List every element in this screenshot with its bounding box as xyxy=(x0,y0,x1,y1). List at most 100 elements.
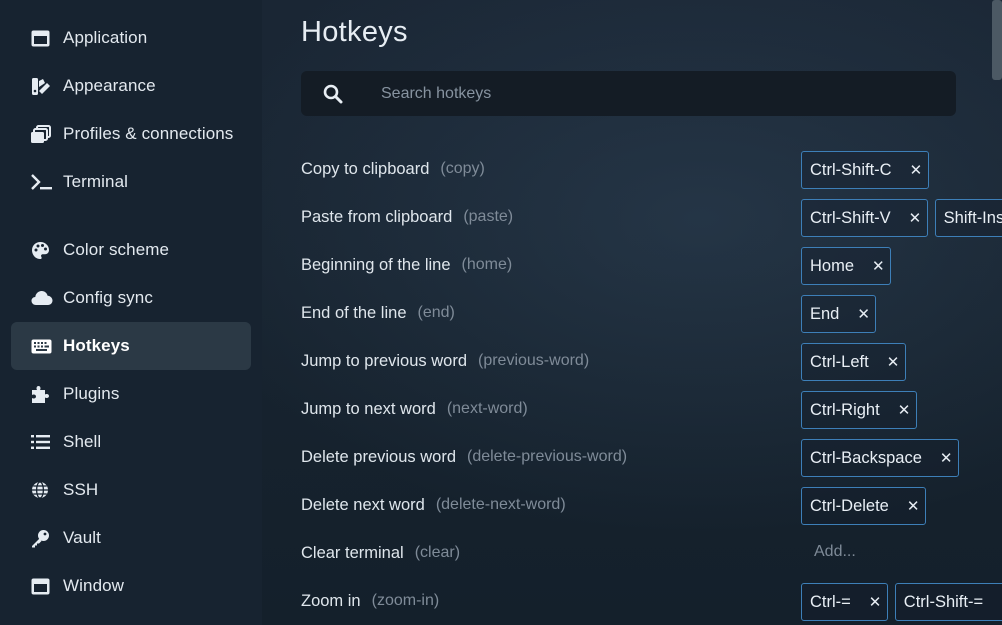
sidebar-item-ssh[interactable]: SSH xyxy=(11,466,251,514)
hotkey-chip[interactable]: Ctrl-Backspace ✕ xyxy=(801,439,959,477)
palette-icon xyxy=(31,240,53,260)
hotkey-row-home: Beginning of the line (home) Home ✕ xyxy=(301,241,1001,289)
sidebar-item-shell[interactable]: Shell xyxy=(11,418,251,466)
hotkey-chip-keys: Home xyxy=(810,256,855,275)
hotkey-chip[interactable]: End ✕ xyxy=(801,295,877,333)
hotkey-id: (copy) xyxy=(440,160,485,177)
scrollbar-thumb[interactable] xyxy=(992,0,1002,80)
sidebar-item-vault[interactable]: Vault xyxy=(11,514,251,562)
sidebar-item-config-sync[interactable]: Config sync xyxy=(11,274,251,322)
hotkey-chip[interactable]: Ctrl-Delete ✕ xyxy=(801,487,926,525)
hotkey-chip-keys: Ctrl-Backspace xyxy=(810,448,922,467)
sidebar-item-label: Appearance xyxy=(63,76,156,95)
hotkey-chip[interactable]: Ctrl-Shift-V ✕ xyxy=(801,199,928,237)
hotkey-chips: Home ✕ xyxy=(801,247,898,285)
hotkey-name: Beginning of the line xyxy=(301,255,451,274)
hotkey-id: (end) xyxy=(417,304,455,321)
hotkey-chips: Ctrl-Right ✕ xyxy=(801,391,924,429)
sidebar-item-label: Window xyxy=(63,576,125,595)
hotkey-row-end: End of the line (end) End ✕ xyxy=(301,289,1001,337)
sidebar-item-appearance[interactable]: Appearance xyxy=(11,62,251,110)
hotkey-name: Paste from clipboard xyxy=(301,207,453,226)
hotkey-row-clear: Clear terminal (clear) Add... xyxy=(301,529,1001,577)
hotkey-chip-keys: Ctrl-Shift-C xyxy=(810,160,892,179)
hotkey-row-delete-next-word: Delete next word (delete-next-word) Ctrl… xyxy=(301,481,1001,529)
sidebar-item-color-scheme[interactable]: Color scheme xyxy=(11,226,251,274)
hotkey-chips: Ctrl-Left ✕ xyxy=(801,343,913,381)
remove-hotkey-icon[interactable]: ✕ xyxy=(910,161,923,179)
sidebar-item-label: Color scheme xyxy=(63,240,170,259)
hotkey-chips: Ctrl-Delete ✕ xyxy=(801,487,933,525)
hotkey-chip[interactable]: Ctrl-Shift-C ✕ xyxy=(801,151,929,189)
hotkey-chip-keys: Ctrl-Right xyxy=(810,400,880,419)
hotkey-row-delete-previous-word: Delete previous word (delete-previous-wo… xyxy=(301,433,1001,481)
remove-hotkey-icon[interactable]: ✕ xyxy=(907,497,920,515)
hotkey-id: (delete-previous-word) xyxy=(467,448,628,465)
sidebar-item-plugins[interactable]: Plugins xyxy=(11,370,251,418)
sidebar-item-label: Terminal xyxy=(63,172,129,191)
hotkey-chip[interactable]: Ctrl-Left ✕ xyxy=(801,343,906,381)
hotkey-chip-keys: End xyxy=(810,304,840,323)
sidebar-item-label: Profiles & connections xyxy=(63,124,234,143)
terminal-prompt-icon xyxy=(31,172,53,192)
sidebar-item-label: Plugins xyxy=(63,384,120,403)
hotkey-chip-keys: Ctrl-= xyxy=(810,592,851,611)
hotkey-chip[interactable]: Ctrl-Right ✕ xyxy=(801,391,917,429)
sidebar-item-label: Config sync xyxy=(63,288,153,307)
page-title: Hotkeys xyxy=(301,16,408,48)
hotkey-chip[interactable]: Shift-Insert xyxy=(934,199,1002,237)
hotkey-row-next-word: Jump to next word (next-word) Ctrl-Right… xyxy=(301,385,1001,433)
hotkey-id: (zoom-in) xyxy=(371,592,440,609)
remove-hotkey-icon[interactable]: ✕ xyxy=(898,401,911,419)
hotkey-chip-keys: Ctrl-Shift-= xyxy=(903,592,984,611)
sidebar-item-label: Hotkeys xyxy=(63,336,130,355)
hotkey-name: Jump to previous word xyxy=(301,351,467,370)
hotkey-chip[interactable]: Home ✕ xyxy=(801,247,892,285)
hotkey-name: Clear terminal xyxy=(301,543,404,562)
hotkey-chip[interactable]: Ctrl-= ✕ xyxy=(801,583,888,621)
hotkey-id: (paste) xyxy=(463,208,514,225)
remove-hotkey-icon[interactable]: ✕ xyxy=(940,449,953,467)
sidebar-item-application[interactable]: Application xyxy=(11,14,251,62)
remove-hotkey-icon[interactable]: ✕ xyxy=(872,257,885,275)
search-input[interactable] xyxy=(381,71,941,116)
hotkey-id: (next-word) xyxy=(446,400,528,417)
hotkey-chips: Ctrl-Shift-C ✕ xyxy=(801,151,936,189)
hotkeys-panel: Hotkeys Copy to clipboard (copy) Ctrl-Sh… xyxy=(262,0,1002,625)
keyboard-icon xyxy=(31,336,53,356)
remove-hotkey-icon[interactable]: ✕ xyxy=(857,305,870,323)
paint-swatches-icon xyxy=(31,76,53,96)
remove-hotkey-icon[interactable]: ✕ xyxy=(869,593,882,611)
stacked-windows-icon xyxy=(31,124,53,144)
cloud-icon xyxy=(31,288,53,308)
hotkey-row-previous-word: Jump to previous word (previous-word) Ct… xyxy=(301,337,1001,385)
add-hotkey-button[interactable]: Add... xyxy=(814,543,856,561)
hotkey-chip-keys: Ctrl-Delete xyxy=(810,496,889,515)
hotkey-chips: Ctrl-Backspace ✕ xyxy=(801,439,966,477)
hotkey-chip-keys: Ctrl-Left xyxy=(810,352,869,371)
search-box[interactable] xyxy=(301,71,956,116)
hotkey-row-zoom-in: Zoom in (zoom-in) Ctrl-= ✕ Ctrl-Shift-= … xyxy=(301,577,1002,625)
hotkey-chip[interactable]: Ctrl-Shift-= ✕ xyxy=(894,583,1002,621)
hotkey-id: (clear) xyxy=(414,544,461,561)
list-icon xyxy=(31,432,53,452)
hotkey-row-copy: Copy to clipboard (copy) Ctrl-Shift-C ✕ xyxy=(301,145,1001,193)
sidebar-item-label: Application xyxy=(63,28,148,47)
remove-hotkey-icon[interactable]: ✕ xyxy=(887,353,900,371)
hotkey-chips: End ✕ xyxy=(801,295,883,333)
hotkey-chip-keys: Ctrl-Shift-V xyxy=(810,208,891,227)
hotkey-row-paste: Paste from clipboard (paste) Ctrl-Shift-… xyxy=(301,193,1002,241)
remove-hotkey-icon[interactable]: ✕ xyxy=(909,209,922,227)
sidebar-item-profiles-connections[interactable]: Profiles & connections xyxy=(11,110,251,158)
window-icon xyxy=(31,576,53,596)
hotkey-id: (previous-word) xyxy=(478,352,590,369)
puzzle-icon xyxy=(31,384,53,404)
hotkey-name: End of the line xyxy=(301,303,407,322)
sidebar-item-hotkeys[interactable]: Hotkeys xyxy=(11,322,251,370)
sidebar-item-terminal[interactable]: Terminal xyxy=(11,158,251,206)
hotkey-chips: Ctrl-Shift-V ✕ Shift-Insert xyxy=(801,199,1002,237)
sidebar-item-label: Vault xyxy=(63,528,101,547)
sidebar-item-label: SSH xyxy=(63,480,99,499)
sidebar-item-window[interactable]: Window xyxy=(11,562,251,610)
hotkey-id: (home) xyxy=(461,256,513,273)
